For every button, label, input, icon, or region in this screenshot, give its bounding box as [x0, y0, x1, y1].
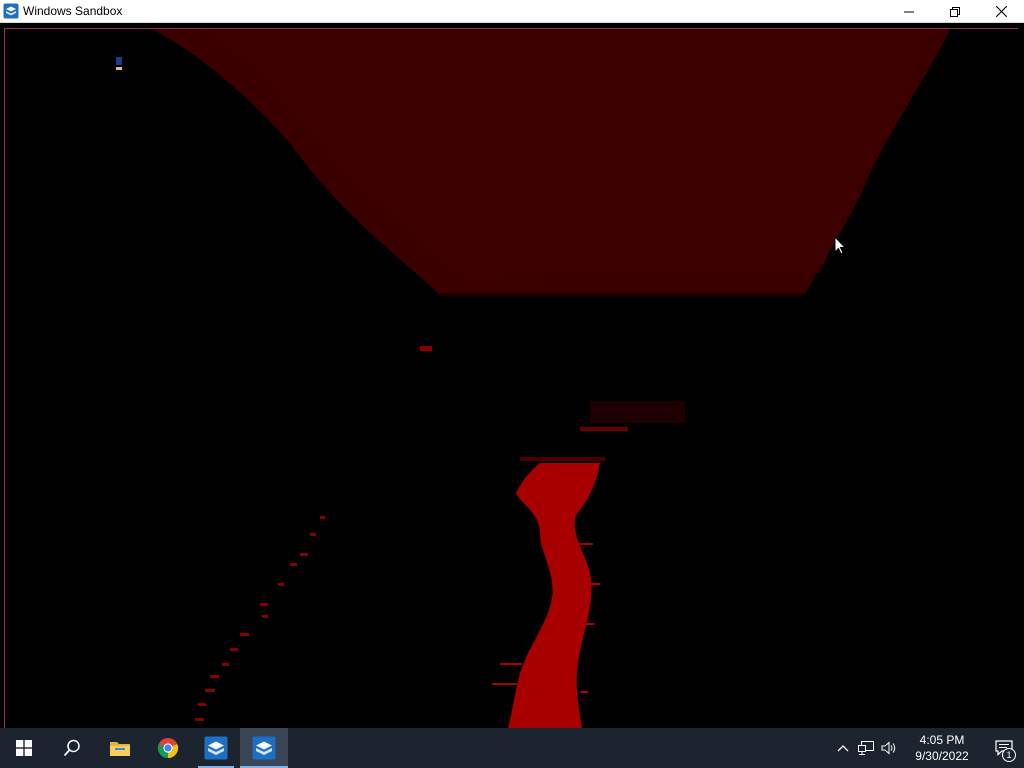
sandbox-icon: [3, 3, 19, 19]
restore-button[interactable]: [932, 0, 978, 23]
action-center-button[interactable]: 1: [984, 728, 1024, 768]
sandbox-active-taskbar-button[interactable]: [240, 728, 288, 768]
restore-icon: [950, 6, 960, 17]
close-button[interactable]: [978, 0, 1024, 23]
clock-date: 9/30/2022: [915, 749, 969, 763]
minimize-icon: [904, 11, 914, 12]
windows-logo-icon: [16, 740, 32, 756]
chrome-icon: [157, 738, 179, 759]
start-button[interactable]: [0, 728, 48, 768]
sandbox-icon: [252, 736, 276, 760]
close-icon: [995, 6, 1007, 17]
dark-red-scene: [0, 23, 1024, 728]
file-explorer-button[interactable]: [96, 728, 144, 768]
taskbar: 4:05 PM 9/30/2022 1: [0, 728, 1024, 768]
sandbox-taskbar-button[interactable]: [192, 728, 240, 768]
show-hidden-icons-button[interactable]: [831, 728, 854, 768]
volume-button[interactable]: [877, 728, 900, 768]
search-icon: [63, 739, 80, 757]
notification-count-badge: 1: [1002, 748, 1016, 762]
network-button[interactable]: [854, 728, 877, 768]
folder-icon: [110, 742, 130, 756]
chrome-button[interactable]: [144, 728, 192, 768]
sandbox-icon: [204, 736, 228, 760]
clock-time: 4:05 PM: [919, 733, 965, 747]
clock[interactable]: 4:05 PM 9/30/2022: [906, 732, 978, 764]
search-button[interactable]: [48, 728, 96, 768]
title-bar[interactable]: Windows Sandbox: [0, 0, 1024, 23]
minimize-button[interactable]: [886, 0, 932, 23]
volume-icon: [881, 741, 895, 755]
chevron-up-icon: [837, 745, 848, 752]
sandbox-display[interactable]: [0, 23, 1024, 728]
window-title: Windows Sandbox: [23, 4, 123, 18]
system-tray: 4:05 PM 9/30/2022 1: [831, 728, 1024, 768]
network-icon: [857, 741, 874, 755]
